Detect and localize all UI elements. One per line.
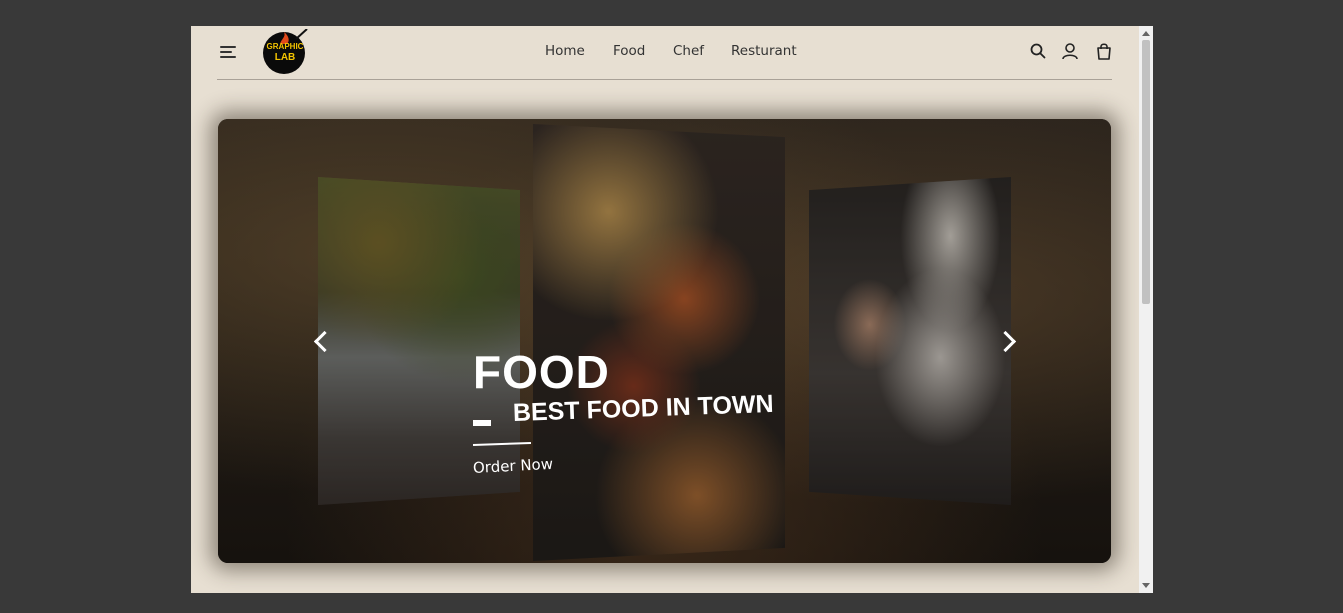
shopping-bag-icon[interactable] [1095,42,1113,60]
slide-restaurant-image[interactable] [318,177,520,505]
hero-dash [473,420,491,426]
logo-text-graphic: GRAPHIC [266,42,304,51]
vertical-scrollbar[interactable] [1139,26,1153,593]
nav-link-chef[interactable]: Chef [673,43,704,59]
slide-food-image[interactable] [533,124,785,561]
logo[interactable]: GRAPHIC LAB [262,28,308,75]
nav-link-home[interactable]: Home [545,43,585,59]
hamburger-menu-icon[interactable] [220,46,236,58]
nav-link-resturant[interactable]: Resturant [731,43,797,59]
user-icon[interactable] [1061,42,1079,60]
logo-text-lab: LAB [274,52,296,63]
scroll-down-arrow-icon[interactable] [1142,583,1150,588]
slide-chef-image[interactable] [809,177,1011,505]
search-icon[interactable] [1029,42,1047,60]
hero-title: FOOD [473,346,610,398]
browser-window: GRAPHIC LAB Home Food Chef Resturant FOO… [191,26,1153,593]
hero-slider: FOOD BEST FOOD IN TOWN Order Now [218,119,1111,563]
nav-link-food[interactable]: Food [613,43,645,59]
top-navbar: GRAPHIC LAB Home Food Chef Resturant [217,26,1112,80]
scroll-up-arrow-icon[interactable] [1142,31,1150,36]
scrollbar-thumb[interactable] [1142,40,1150,304]
